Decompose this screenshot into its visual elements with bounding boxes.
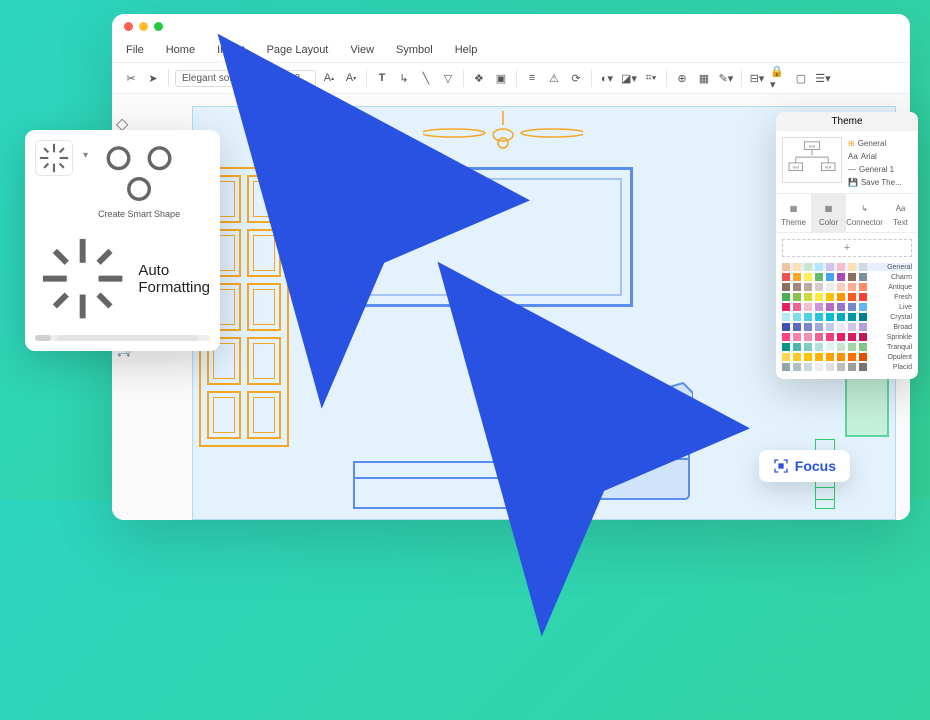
cursor-icon xyxy=(0,0,870,492)
palette-label: Sprinkle xyxy=(887,334,912,341)
palette-label: Broad xyxy=(893,324,912,331)
palette-label: Tranquil xyxy=(887,344,912,351)
palette-label: Placid xyxy=(893,364,912,371)
palette-label: Crystal xyxy=(890,314,912,321)
palette-label: Live xyxy=(899,304,912,311)
palette-label: Opulent xyxy=(887,354,912,361)
palette-label: Antique xyxy=(888,284,912,291)
palette-label: General xyxy=(887,264,912,271)
palette-label: Fresh xyxy=(894,294,912,301)
tab-text[interactable]: AaText xyxy=(883,194,918,232)
palette-label: Charm xyxy=(891,274,912,281)
